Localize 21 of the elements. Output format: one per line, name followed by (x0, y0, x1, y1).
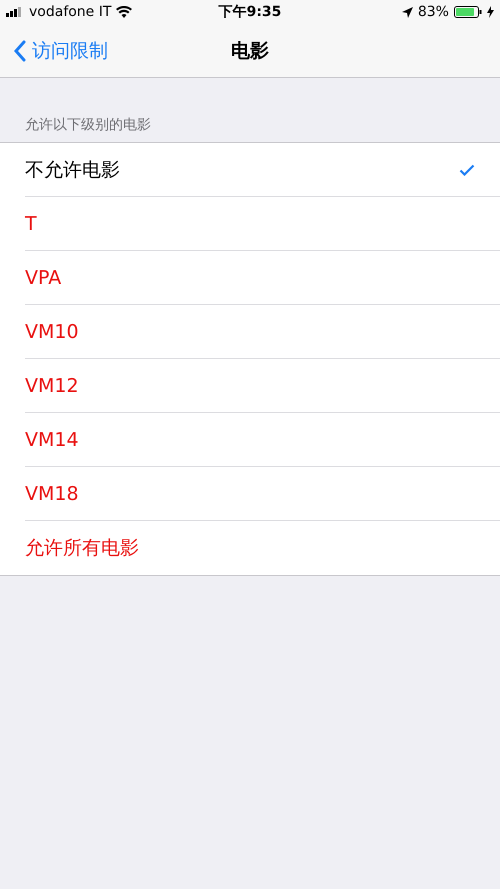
section-header: 允许以下级别的电影 (24, 116, 152, 135)
rating-option[interactable]: 不允许电影 (0, 143, 500, 197)
rating-option[interactable]: VPA (0, 251, 500, 305)
battery-percent: 83% (418, 4, 449, 20)
rating-option[interactable]: VM12 (0, 359, 500, 413)
chevron-left-icon (14, 40, 26, 62)
wifi-icon (116, 6, 132, 18)
rating-option[interactable]: VM10 (0, 305, 500, 359)
battery-icon (454, 6, 482, 18)
rating-option[interactable]: VM14 (0, 413, 500, 467)
rating-option[interactable]: 允许所有电影 (0, 521, 500, 575)
charging-icon (486, 6, 494, 18)
location-icon (402, 6, 413, 18)
rating-option[interactable]: VM18 (0, 467, 500, 521)
checkmark-icon (459, 164, 475, 176)
rating-option[interactable]: T (0, 197, 500, 251)
back-button[interactable]: 访问限制 (0, 38, 108, 64)
page-title: 电影 (231, 38, 269, 64)
status-time: 下午9:35 (218, 3, 282, 21)
signal-icon (6, 7, 24, 17)
carrier-name: vodafone IT (29, 4, 112, 20)
